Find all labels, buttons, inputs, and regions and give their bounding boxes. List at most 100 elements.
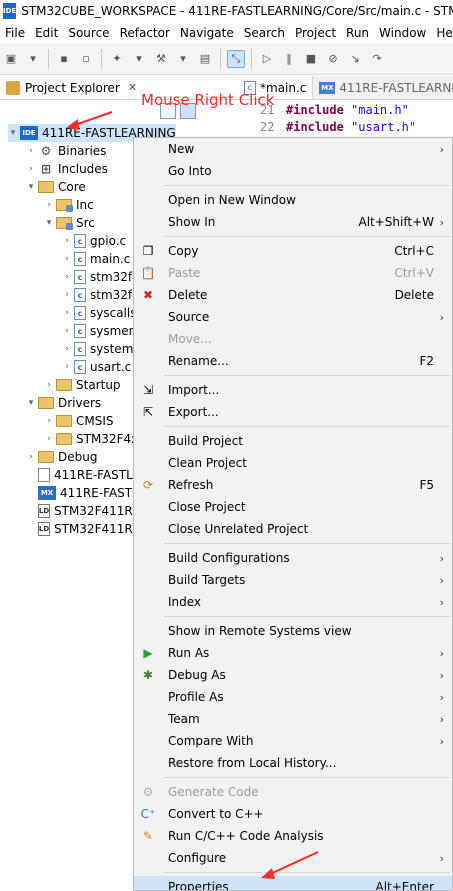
chevron-right-icon[interactable]: › <box>26 164 36 174</box>
tree-item[interactable]: ▾ Core <box>26 178 86 196</box>
chevron-right-icon[interactable]: › <box>26 452 36 462</box>
tab-project-explorer[interactable]: Project Explorer ✕ <box>0 76 143 100</box>
menu-item-restore-from-local-history[interactable]: Restore from Local History... <box>134 752 452 774</box>
chevron-right-icon[interactable]: › <box>44 416 54 426</box>
menu-source[interactable]: Source <box>63 26 114 40</box>
tree-item[interactable]: › Inc <box>44 196 94 214</box>
tree-item[interactable]: › c syscalls. <box>62 304 140 322</box>
chevron-right-icon[interactable]: › <box>62 326 72 336</box>
terminate-icon[interactable]: ■ <box>302 50 320 68</box>
menu-item-copy[interactable]: ❐ Copy Ctrl+C <box>134 240 452 262</box>
menu-item-run-as[interactable]: ▶ Run As › <box>134 642 452 664</box>
resume-icon[interactable]: ▷ <box>258 50 276 68</box>
menu-item-profile-as[interactable]: Profile As › <box>134 686 452 708</box>
menu-edit[interactable]: Edit <box>30 26 63 40</box>
tree-item[interactable]: › ⚙ Binaries <box>26 142 106 160</box>
menu-item-build-project[interactable]: Build Project <box>134 430 452 452</box>
tree-item[interactable]: › c sysmem <box>62 322 140 340</box>
tree-item[interactable]: › STM32F4x <box>44 430 138 448</box>
menu-item-delete[interactable]: ✖ Delete Delete <box>134 284 452 306</box>
chevron-right-icon[interactable]: › <box>62 254 72 264</box>
menu-item-team[interactable]: Team › <box>134 708 452 730</box>
tree-item[interactable]: › c stm32f4 <box>62 286 140 304</box>
tree-item[interactable]: › Startup <box>44 376 120 394</box>
menu-item-show-in[interactable]: Show In Alt+Shift+W › <box>134 211 452 233</box>
build-config-icon[interactable]: ✦ <box>108 50 126 68</box>
menu-item-clean-project[interactable]: Clean Project <box>134 452 452 474</box>
menu-run[interactable]: Run <box>341 26 374 40</box>
menu-search[interactable]: Search <box>239 26 290 40</box>
tree-item[interactable]: ▾ Src <box>44 214 95 232</box>
tree-item[interactable]: › c main.c <box>62 250 130 268</box>
dropdown-icon[interactable]: ▾ <box>174 50 192 68</box>
menu-item-index[interactable]: Index › <box>134 591 452 613</box>
tree-item[interactable]: › Debug <box>26 448 97 466</box>
tree-item[interactable]: › CMSIS <box>44 412 113 430</box>
chevron-down-icon[interactable]: ▾ <box>26 182 36 192</box>
menu-file[interactable]: File <box>0 26 30 40</box>
menu-project[interactable]: Project <box>290 26 341 40</box>
menu-item-close-project[interactable]: Close Project <box>134 496 452 518</box>
chevron-right-icon[interactable]: › <box>26 146 36 156</box>
tree-item[interactable]: › c system_ <box>62 340 139 358</box>
tree-item[interactable]: › c stm32f4 <box>62 268 140 286</box>
save-all-icon[interactable]: ▫ <box>77 50 95 68</box>
chevron-right-icon[interactable]: › <box>62 308 72 318</box>
menu-item-show-in-remote-systems-view[interactable]: Show in Remote Systems view <box>134 620 452 642</box>
tree-item[interactable]: ▾ Drivers <box>26 394 101 412</box>
menu-navigate[interactable]: Navigate <box>175 26 239 40</box>
skip-breakpoints-icon[interactable]: ⤡ <box>227 49 245 68</box>
new-icon[interactable]: ▣ <box>2 50 20 68</box>
save-icon[interactable]: ▪ <box>55 50 73 68</box>
chevron-right-icon[interactable]: › <box>44 200 54 210</box>
menu-item-configure[interactable]: Configure › <box>134 847 452 869</box>
dropdown-icon[interactable]: ▾ <box>130 50 148 68</box>
chevron-right-icon[interactable]: › <box>44 434 54 444</box>
chevron-right-icon[interactable]: › <box>62 236 72 246</box>
chevron-down-icon[interactable]: ▾ <box>44 218 54 228</box>
menu-item-run-c-c-code-analysis[interactable]: ✎ Run C/C++ Code Analysis <box>134 825 452 847</box>
menu-item-import[interactable]: ⇲ Import... <box>134 379 452 401</box>
build-icon[interactable]: ⚒ <box>152 50 170 68</box>
menu-item-debug-as[interactable]: ✱ Debug As › <box>134 664 452 686</box>
menu-window[interactable]: Window <box>374 26 431 40</box>
menu-item-open-in-new-window[interactable]: Open in New Window <box>134 189 452 211</box>
menu-item-new[interactable]: New › <box>134 138 452 160</box>
menu-item-compare-with[interactable]: Compare With › <box>134 730 452 752</box>
menu-item-generate-code[interactable]: ⚙ Generate Code <box>134 781 452 803</box>
menu-item-source[interactable]: Source › <box>134 306 452 328</box>
tree-item[interactable]: LD STM32F411R <box>26 502 133 520</box>
chevron-right-icon[interactable]: › <box>62 290 72 300</box>
menu-item-paste[interactable]: 📋 Paste Ctrl+V <box>134 262 452 284</box>
chevron-right-icon[interactable]: › <box>62 272 72 282</box>
menu-item-close-unrelated-project[interactable]: Close Unrelated Project <box>134 518 452 540</box>
binary-icon[interactable]: ▤ <box>196 50 214 68</box>
menu-item-refresh[interactable]: ⟳ Refresh F5 <box>134 474 452 496</box>
tree-item[interactable]: › ⊞ Includes <box>26 160 108 178</box>
menu-item-go-into[interactable]: Go Into <box>134 160 452 182</box>
tree-item[interactable]: 411RE-FASTL <box>26 466 133 484</box>
step-over-icon[interactable]: ↷ <box>368 50 386 68</box>
tree-item[interactable]: › c gpio.c <box>62 232 126 250</box>
menu-refactor[interactable]: Refactor <box>115 26 175 40</box>
chevron-right-icon[interactable]: › <box>62 344 72 354</box>
suspend-icon[interactable]: ‖ <box>280 50 298 68</box>
menu-item-build-configurations[interactable]: Build Configurations › <box>134 547 452 569</box>
menu-he[interactable]: He <box>431 26 453 40</box>
menu-item-convert-to-c[interactable]: C⁺ Convert to C++ <box>134 803 452 825</box>
tab-ioc[interactable]: MX 411RE-FASTLEARNI <box>313 76 453 99</box>
tree-item[interactable]: LD STM32F411R <box>26 520 133 538</box>
chevron-right-icon[interactable]: › <box>44 380 54 390</box>
disconnect-icon[interactable]: ⊘ <box>324 50 342 68</box>
menu-item-build-targets[interactable]: Build Targets › <box>134 569 452 591</box>
menu-item-properties[interactable]: Properties Alt+Enter <box>134 876 452 890</box>
menu-item-rename[interactable]: Rename... F2 <box>134 350 452 372</box>
close-icon[interactable]: ✕ <box>128 81 137 94</box>
menu-item-move[interactable]: Move... <box>134 328 452 350</box>
step-into-icon[interactable]: ↘ <box>346 50 364 68</box>
chevron-down-icon[interactable]: ▾ <box>26 398 36 408</box>
chevron-down-icon[interactable]: ▾ <box>8 128 18 138</box>
tree-item[interactable]: MX 411RE-FASTL <box>26 484 139 502</box>
dropdown-icon[interactable]: ▾ <box>24 50 42 68</box>
menu-item-export[interactable]: ⇱ Export... <box>134 401 452 423</box>
